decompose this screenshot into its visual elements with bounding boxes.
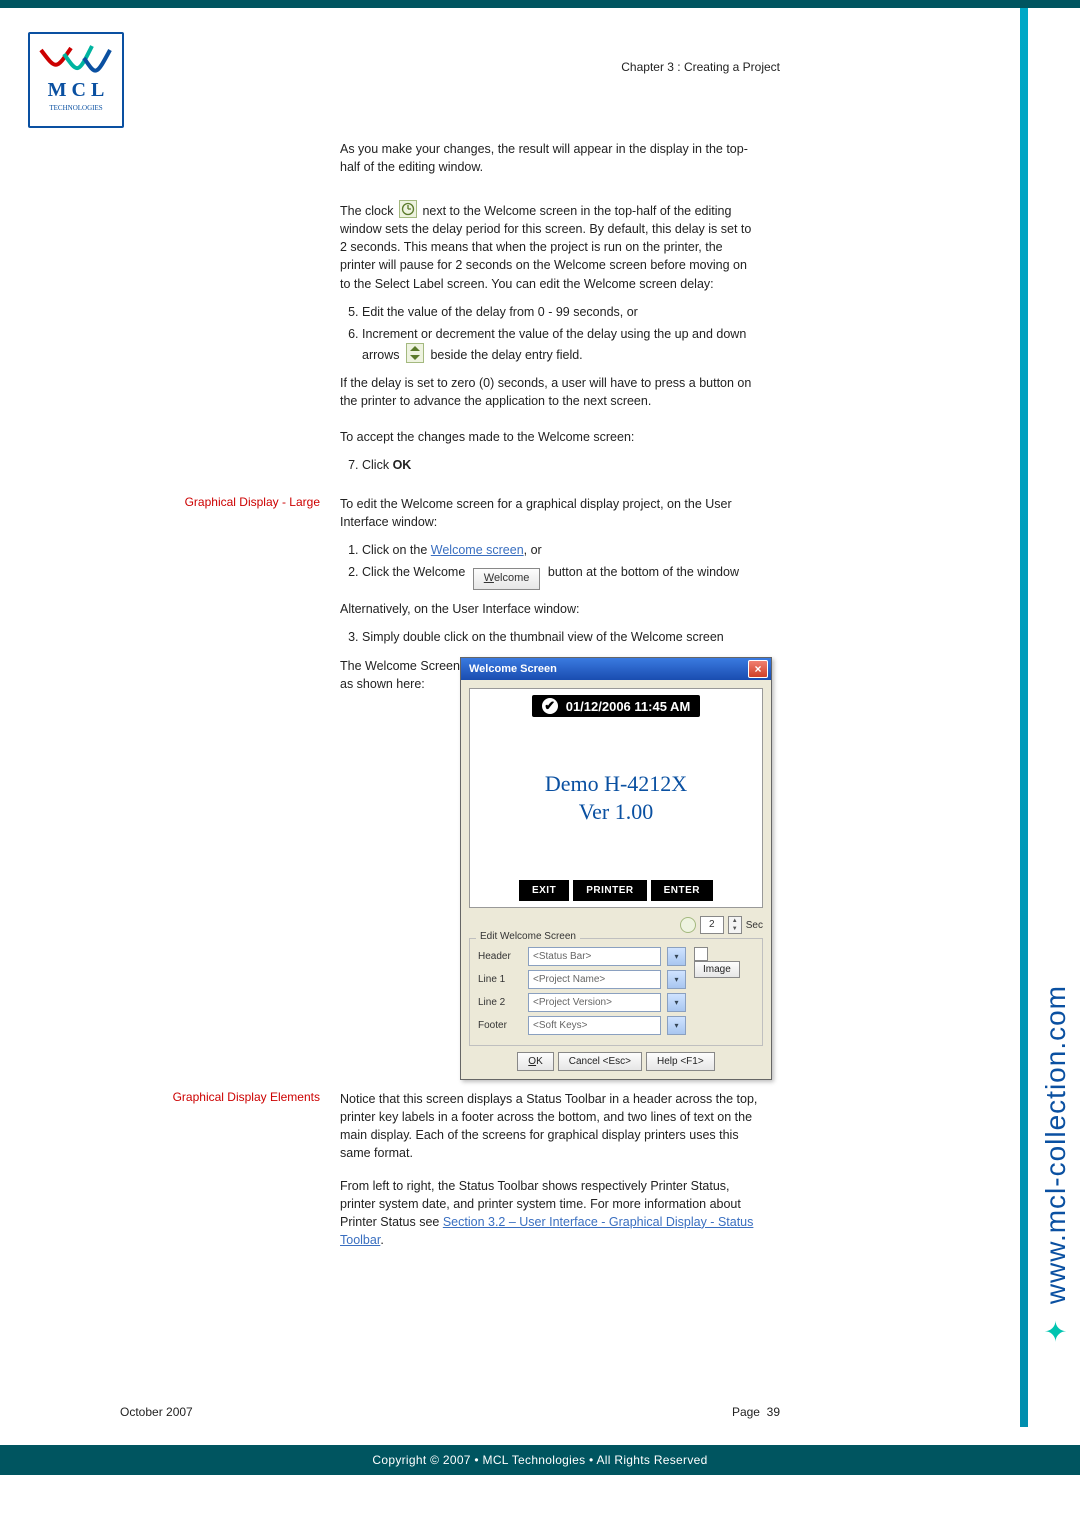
edit-value[interactable]: <Soft Keys> (528, 1016, 661, 1035)
edit-steps: Click on the Welcome screen, or Click th… (340, 541, 760, 590)
side-stripe (1020, 8, 1028, 1427)
welcome-screen-link[interactable]: Welcome screen (431, 543, 524, 557)
edit-row-footer: Footer <Soft Keys> ▾ (478, 1016, 686, 1035)
delay-spinner[interactable]: ▲▼ (728, 916, 742, 934)
preview-center: Demo H-4212X Ver 1.00 (470, 689, 762, 907)
step-5: Edit the value of the delay from 0 - 99 … (362, 303, 760, 321)
delay-unit: Sec (746, 920, 763, 931)
edit-value[interactable]: <Project Version> (528, 993, 661, 1012)
para-edit-welcome: To edit the Welcome screen for a graphic… (340, 495, 760, 531)
step-2: Click the Welcome Welcome button at the … (362, 563, 760, 590)
para-accept: To accept the changes made to the Welcom… (340, 428, 760, 446)
edit-value[interactable]: <Project Name> (528, 970, 661, 989)
top-stripe (0, 0, 1080, 8)
side-label-graphical-large: Graphical Display - Large (170, 495, 320, 509)
step-6: Increment or decrement the value of the … (362, 325, 760, 364)
para-zero-delay: If the delay is set to zero (0) seconds,… (340, 374, 760, 410)
side-label-graphical-elements: Graphical Display Elements (170, 1090, 320, 1104)
welcome-screen-dialog: Welcome Screen × ✔ 01/12/2006 11:45 AM D… (460, 657, 772, 1080)
dropdown-icon[interactable]: ▾ (667, 1016, 686, 1035)
footer-date: October 2007 (120, 1405, 193, 1419)
edit-row-header: Header <Status Bar> ▾ (478, 947, 686, 966)
close-button[interactable]: × (748, 660, 768, 678)
edit-label: Header (478, 951, 522, 962)
logo: M C L TECHNOLOGIES (28, 32, 124, 128)
dialog-title: Welcome Screen (469, 663, 557, 675)
step-1: Click on the Welcome screen, or (362, 541, 760, 559)
copyright-text: Copyright © 2007 • MCL Technologies • Al… (372, 1453, 707, 1467)
welcome-preview: ✔ 01/12/2006 11:45 AM Demo H-4212X Ver 1… (469, 688, 763, 908)
accept-steps: Click OK (340, 456, 760, 474)
side-url: ✦ www.mcl-collection.com (1039, 985, 1072, 1347)
edit-label: Line 1 (478, 974, 522, 985)
para-alt: Alternatively, on the User Interface win… (340, 600, 760, 618)
edit-group-legend: Edit Welcome Screen (476, 931, 580, 942)
side-url-text: www.mcl-collection.com (1040, 985, 1071, 1304)
ok-button[interactable]: OK (517, 1052, 553, 1071)
clock-icon (399, 200, 417, 218)
spinner-icon (406, 343, 424, 363)
dialog-titlebar: Welcome Screen × (461, 658, 771, 680)
step-7: Click OK (362, 456, 760, 474)
body-graphical-elements: Notice that this screen displays a Statu… (340, 1090, 760, 1259)
edit-fields: Header <Status Bar> ▾ Line 1 <Project Name> ▾… (478, 947, 686, 1039)
body-clock: The clock next to the Welcome screen in … (340, 200, 760, 485)
page-footer: October 2007 Page 39 (120, 1405, 780, 1419)
para-status-toolbar: From left to right, the Status Toolbar s… (340, 1177, 760, 1250)
footer-page: Page 39 (732, 1405, 780, 1419)
edit-label: Footer (478, 1020, 522, 1031)
image-column: Image (694, 947, 754, 1039)
preview-line-2: Ver 1.00 (579, 799, 654, 825)
welcome-button[interactable]: Welcome (473, 568, 541, 590)
delay-value[interactable]: 2 (700, 916, 724, 934)
copyright-bar: Copyright © 2007 • MCL Technologies • Al… (0, 1445, 1080, 1475)
image-button[interactable]: Image (694, 961, 740, 978)
edit-welcome-group: Edit Welcome Screen Header<Status Bar>▾L… (469, 938, 763, 1046)
para-notice: Notice that this screen displays a Statu… (340, 1090, 760, 1163)
dropdown-icon[interactable]: ▾ (667, 993, 686, 1012)
image-checkbox[interactable] (694, 947, 708, 961)
help-button[interactable]: Help <F1> (646, 1052, 715, 1071)
edit-row-line-1: Line 1 <Project Name> ▾ (478, 970, 686, 989)
svg-text:TECHNOLOGIES: TECHNOLOGIES (49, 104, 102, 112)
delay-clock-icon (680, 917, 696, 933)
preview-line-1: Demo H-4212X (545, 771, 687, 797)
dropdown-icon[interactable]: ▾ (667, 970, 686, 989)
dropdown-icon[interactable]: ▾ (667, 947, 686, 966)
para-clock: The clock next to the Welcome screen in … (340, 200, 760, 293)
edit-row-line-2: Line 2 <Project Version> ▾ (478, 993, 686, 1012)
body-top: As you make your changes, the result wil… (340, 140, 760, 186)
edit-value[interactable]: <Status Bar> (528, 947, 661, 966)
delay-steps: Edit the value of the delay from 0 - 99 … (340, 303, 760, 364)
chapter-title: Chapter 3 : Creating a Project (621, 60, 780, 74)
svg-text:M C L: M C L (48, 79, 105, 101)
edit-label: Line 2 (478, 997, 522, 1008)
step-3: Simply double click on the thumbnail vie… (362, 628, 760, 646)
alt-steps: Simply double click on the thumbnail vie… (340, 628, 760, 646)
cancel-button[interactable]: Cancel <Esc> (558, 1052, 642, 1071)
dialog-buttons: OK Cancel <Esc> Help <F1> (469, 1052, 763, 1071)
para-changes: As you make your changes, the result wil… (340, 140, 760, 176)
